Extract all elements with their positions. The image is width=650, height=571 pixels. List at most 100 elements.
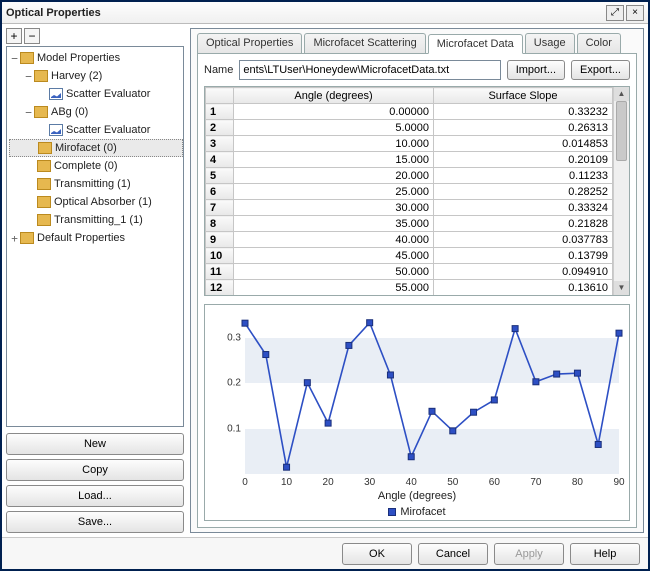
tree-mirofacet[interactable]: Mirofacet (0)	[9, 139, 183, 157]
ok-button[interactable]: OK	[342, 543, 412, 565]
cell-slope[interactable]: 0.094910	[434, 264, 613, 280]
tree-toolbar: + −	[6, 28, 184, 44]
expand-all-button[interactable]: +	[6, 28, 22, 44]
cell-angle[interactable]: 10.000	[234, 136, 434, 152]
tree-model-properties[interactable]: −Model Properties	[9, 49, 183, 67]
chart-icon	[49, 88, 63, 100]
cell-angle[interactable]: 40.000	[234, 232, 434, 248]
chart-xtick: 90	[613, 477, 624, 488]
chart-ytick: 0.3	[215, 332, 241, 343]
new-button[interactable]: New	[6, 433, 184, 455]
tab-optical-properties[interactable]: Optical Properties	[197, 33, 302, 53]
tab-microfacet-data[interactable]: Microfacet Data	[428, 34, 523, 54]
legend-swatch-icon	[388, 508, 396, 516]
scroll-up-icon[interactable]: ▲	[614, 87, 629, 101]
cell-angle[interactable]: 30.000	[234, 200, 434, 216]
cell-slope[interactable]: 0.037783	[434, 232, 613, 248]
folder-icon	[20, 232, 34, 244]
save-button[interactable]: Save...	[6, 511, 184, 533]
table-row[interactable]: 730.0000.33324	[206, 200, 613, 216]
cell-slope[interactable]: 0.33232	[434, 104, 613, 120]
tree-label: Complete (0)	[54, 160, 118, 172]
chart-xtick: 0	[242, 477, 248, 488]
help-button[interactable]: Help	[570, 543, 640, 565]
cell-angle[interactable]: 55.000	[234, 280, 434, 296]
cell-angle[interactable]: 5.0000	[234, 120, 434, 136]
tree-label: Optical Absorber (1)	[54, 196, 152, 208]
cell-slope[interactable]: 0.014853	[434, 136, 613, 152]
tree-transmitting1[interactable]: Transmitting_1 (1)	[9, 211, 183, 229]
tree-abg-scatter[interactable]: Scatter Evaluator	[9, 121, 183, 139]
table-row[interactable]: 415.0000.20109	[206, 152, 613, 168]
table-scrollbar[interactable]: ▲ ▼	[613, 87, 629, 295]
chart-xtick: 80	[572, 477, 583, 488]
row-number: 11	[206, 264, 234, 280]
cell-slope[interactable]: 0.13799	[434, 248, 613, 264]
cell-angle[interactable]: 45.000	[234, 248, 434, 264]
chart-xtick: 20	[323, 477, 334, 488]
folder-icon	[20, 52, 34, 64]
table-row[interactable]: 625.0000.28252	[206, 184, 613, 200]
chart-point	[284, 464, 290, 470]
chart-icon	[49, 124, 63, 136]
apply-button[interactable]: Apply	[494, 543, 564, 565]
export-button[interactable]: Export...	[571, 60, 630, 80]
scroll-down-icon[interactable]: ▼	[614, 281, 629, 295]
tree-harvey-scatter[interactable]: Scatter Evaluator	[9, 85, 183, 103]
cell-angle[interactable]: 0.00000	[234, 104, 434, 120]
col-slope-header[interactable]: Surface Slope	[434, 88, 613, 104]
table-row[interactable]: 520.0000.11233	[206, 168, 613, 184]
tree-abg[interactable]: −ABg (0)	[9, 103, 183, 121]
tree-complete[interactable]: Complete (0)	[9, 157, 183, 175]
row-number: 9	[206, 232, 234, 248]
chart-point	[471, 409, 477, 415]
cell-slope[interactable]: 0.26313	[434, 120, 613, 136]
left-buttons: New Copy Load... Save...	[6, 433, 184, 533]
table-row[interactable]: 1045.0000.13799	[206, 248, 613, 264]
scroll-thumb[interactable]	[616, 101, 627, 161]
import-button[interactable]: Import...	[507, 60, 565, 80]
properties-tree[interactable]: −Model Properties −Harvey (2) Scatter Ev…	[6, 46, 184, 427]
tab-microfacet-scattering[interactable]: Microfacet Scattering	[304, 33, 425, 53]
cell-angle[interactable]: 15.000	[234, 152, 434, 168]
table-row[interactable]: 1255.0000.13610	[206, 280, 613, 296]
chart-point	[533, 379, 539, 385]
tree-absorber[interactable]: Optical Absorber (1)	[9, 193, 183, 211]
cell-angle[interactable]: 20.000	[234, 168, 434, 184]
cell-slope[interactable]: 0.21828	[434, 216, 613, 232]
cell-slope[interactable]: 0.28252	[434, 184, 613, 200]
folder-icon	[34, 70, 48, 82]
cell-slope[interactable]: 0.20109	[434, 152, 613, 168]
tree-harvey[interactable]: −Harvey (2)	[9, 67, 183, 85]
cell-slope[interactable]: 0.11233	[434, 168, 613, 184]
load-button[interactable]: Load...	[6, 485, 184, 507]
cell-angle[interactable]: 35.000	[234, 216, 434, 232]
pin-button[interactable]: ⤢	[606, 5, 624, 21]
copy-button[interactable]: Copy	[6, 459, 184, 481]
table-row[interactable]: 940.0000.037783	[206, 232, 613, 248]
chart-series-line	[245, 315, 619, 474]
tab-color[interactable]: Color	[577, 33, 621, 53]
name-input[interactable]	[239, 60, 500, 80]
data-table-scroll[interactable]: Angle (degrees) Surface Slope 10.000000.…	[205, 87, 613, 295]
tree-default-properties[interactable]: +Default Properties	[9, 229, 183, 247]
tree-label: Mirofacet (0)	[55, 142, 117, 154]
tab-usage[interactable]: Usage	[525, 33, 575, 53]
table-row[interactable]: 25.00000.26313	[206, 120, 613, 136]
tree-transmitting[interactable]: Transmitting (1)	[9, 175, 183, 193]
table-row[interactable]: 835.0000.21828	[206, 216, 613, 232]
cell-angle[interactable]: 25.000	[234, 184, 434, 200]
table-row[interactable]: 10.000000.33232	[206, 104, 613, 120]
folder-icon	[37, 214, 51, 226]
cancel-button[interactable]: Cancel	[418, 543, 488, 565]
close-button[interactable]: ×	[626, 5, 644, 21]
collapse-all-button[interactable]: −	[24, 28, 40, 44]
tree-label: Scatter Evaluator	[66, 88, 150, 100]
table-row[interactable]: 1150.0000.094910	[206, 264, 613, 280]
table-row[interactable]: 310.0000.014853	[206, 136, 613, 152]
cell-slope[interactable]: 0.13610	[434, 280, 613, 296]
cell-angle[interactable]: 50.000	[234, 264, 434, 280]
cell-slope[interactable]: 0.33324	[434, 200, 613, 216]
col-row-header[interactable]	[206, 88, 234, 104]
col-angle-header[interactable]: Angle (degrees)	[234, 88, 434, 104]
